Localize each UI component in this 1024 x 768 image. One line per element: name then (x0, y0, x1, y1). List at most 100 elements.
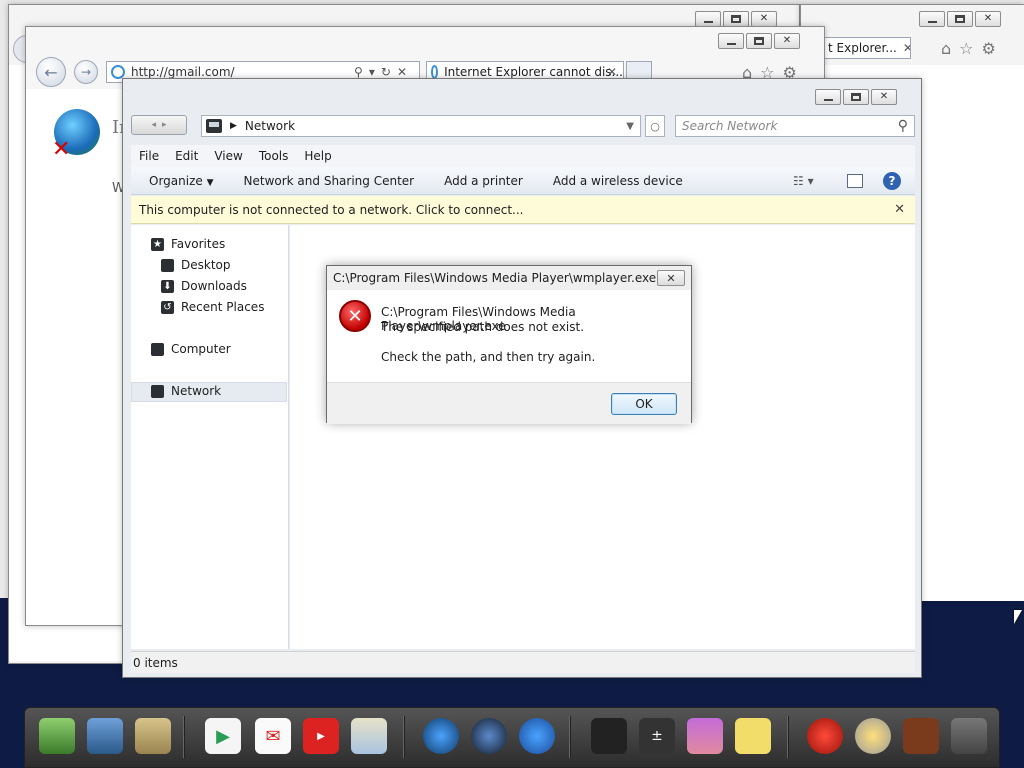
minimize-button[interactable] (695, 11, 721, 27)
forward-button[interactable]: → (74, 60, 98, 84)
nav-network-label: Network (171, 384, 222, 398)
organize-button[interactable]: Organize ▼ (131, 174, 229, 188)
command-bar: Organize ▼ Network and Sharing Center Ad… (131, 167, 915, 195)
close-button[interactable]: ✕ (751, 11, 777, 27)
stop-icon[interactable]: ✕ (397, 65, 413, 79)
breadcrumb[interactable]: Network (245, 119, 295, 133)
maximize-button[interactable] (843, 89, 869, 105)
minimize-button[interactable] (815, 89, 841, 105)
nav-computer-label: Computer (171, 342, 231, 356)
dock-separator (403, 716, 405, 758)
close-button[interactable]: ✕ (975, 11, 1001, 27)
android-desktop-icon[interactable] (39, 718, 75, 754)
maps-icon[interactable] (351, 718, 387, 754)
error-message: The specified path does not exist. (381, 320, 585, 334)
maximize-button[interactable] (947, 11, 973, 27)
minimize-button[interactable] (718, 33, 744, 49)
camera-icon[interactable] (423, 718, 459, 754)
nav-recent-places[interactable]: ↺ Recent Places (161, 298, 264, 316)
ok-button[interactable]: OK (611, 393, 677, 415)
search-input[interactable]: Search Network (682, 119, 777, 133)
browser-app-icon[interactable] (87, 718, 123, 754)
back-forward-buttons[interactable]: ◂ ▸ (131, 115, 187, 135)
help-icon[interactable]: ? (883, 171, 901, 190)
notes-icon[interactable] (735, 718, 771, 754)
menu-view[interactable]: View (206, 149, 250, 163)
browser-tab[interactable]: t Explorer... ✕ (823, 37, 911, 59)
address-controls: ⚲▾↻✕ (354, 65, 413, 79)
gear-icon[interactable]: ⚙ (982, 39, 1004, 58)
minimize-button[interactable] (919, 11, 945, 27)
globe-icon[interactable] (519, 718, 555, 754)
nav-network[interactable]: Network (151, 382, 221, 400)
music-speaker-icon[interactable] (471, 718, 507, 754)
close-button[interactable]: ✕ (774, 33, 800, 49)
recent-places-icon: ↺ (161, 300, 174, 314)
refresh-icon[interactable]: ↻ (381, 65, 397, 79)
address-bar[interactable]: ▶ Network ▼ (201, 115, 641, 137)
back-arrow-icon[interactable]: ◂ (151, 120, 156, 130)
info-bar-close-icon[interactable]: ✕ (894, 202, 905, 217)
preview-pane-icon[interactable] (847, 173, 863, 188)
photo-editor-icon[interactable] (591, 718, 627, 754)
network-sharing-center-button[interactable]: Network and Sharing Center (229, 174, 430, 188)
error-dialog[interactable]: C:\Program Files\Windows Media Player\wm… (326, 265, 692, 424)
file-manager-icon[interactable] (135, 718, 171, 754)
refresh-button[interactable]: ○ (645, 115, 665, 137)
item-count: 0 items (133, 655, 178, 670)
chevron-down-icon[interactable]: ▼ (626, 121, 634, 132)
nav-downloads-label: Downloads (181, 279, 247, 293)
address-text: http://gmail.com/ (131, 65, 235, 79)
info-bar[interactable]: This computer is not connected to a netw… (131, 196, 915, 224)
add-printer-button[interactable]: Add a printer (429, 174, 538, 188)
back-button[interactable]: ← (36, 57, 66, 87)
play-store-icon[interactable]: ▶ (205, 718, 241, 754)
close-button[interactable]: ✕ (871, 89, 897, 105)
star-icon: ★ (151, 237, 164, 251)
tab-close-icon[interactable]: ✕ (607, 65, 617, 79)
search-icon[interactable]: ⚲ (898, 118, 908, 134)
breadcrumb-arrow-icon[interactable]: ▶ (230, 121, 237, 131)
error-icon: ✕ (339, 300, 371, 332)
gallery-icon[interactable] (687, 718, 723, 754)
dock-separator (183, 716, 185, 758)
status-bar: 0 items (131, 651, 915, 673)
maximize-button[interactable] (723, 11, 749, 27)
search-icon[interactable]: ⚲ (354, 65, 369, 79)
dialog-close-button[interactable]: ✕ (657, 270, 685, 286)
favorites-star-icon[interactable]: ☆ (959, 39, 981, 58)
maximize-button[interactable] (746, 33, 772, 49)
youtube-icon[interactable]: ▶ (303, 718, 339, 754)
search-box[interactable]: Search Network ⚲ (675, 115, 915, 137)
weather-icon[interactable] (855, 718, 891, 754)
add-wireless-device-button[interactable]: Add a wireless device (538, 174, 698, 188)
dropdown-icon[interactable]: ▾ (369, 65, 381, 79)
tab-title: Internet Explorer cannot dis... (444, 65, 623, 79)
close-icon: ✕ (666, 271, 676, 285)
dialog-title-bar[interactable]: C:\Program Files\Windows Media Player\wm… (327, 266, 691, 290)
window-controls: ✕ (695, 11, 777, 27)
home-icon[interactable]: ⌂ (941, 39, 959, 58)
menu-tools[interactable]: Tools (251, 149, 297, 163)
tab-close-icon[interactable]: ✕ (903, 41, 910, 55)
nav-computer[interactable]: Computer (151, 340, 231, 358)
network-icon (206, 119, 222, 133)
dock: ▶ ✉ ▶ ± (24, 707, 1000, 768)
menu-edit[interactable]: Edit (167, 149, 206, 163)
gingerbread-icon[interactable] (903, 718, 939, 754)
gmail-icon[interactable]: ✉ (255, 718, 291, 754)
calculator-icon[interactable]: ± (639, 718, 675, 754)
nav-downloads[interactable]: ⬇ Downloads (161, 277, 247, 295)
nav-favorites[interactable]: ★ Favorites (151, 235, 225, 253)
trash-icon[interactable] (951, 718, 987, 754)
tab-title: t Explorer... (828, 41, 897, 55)
error-hint: Check the path, and then try again. (381, 350, 596, 364)
view-options-icon[interactable]: ☷ ▾ (793, 174, 814, 188)
forward-arrow-icon[interactable]: ▸ (162, 120, 167, 130)
menu-file[interactable]: File (131, 149, 167, 163)
nav-desktop[interactable]: Desktop (161, 256, 231, 274)
menu-help[interactable]: Help (296, 149, 339, 163)
angry-birds-icon[interactable] (807, 718, 843, 754)
dock-separator (569, 716, 571, 758)
info-bar-text[interactable]: This computer is not connected to a netw… (139, 203, 523, 217)
